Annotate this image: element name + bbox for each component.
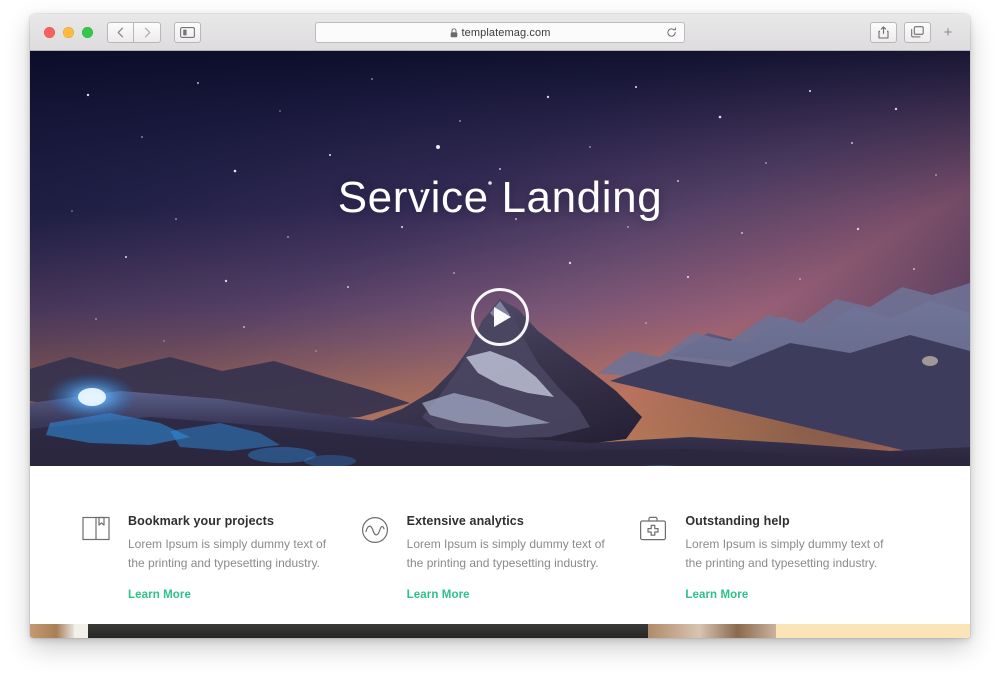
address-bar-content: templatemag.com (450, 27, 551, 39)
feature-description: Lorem Ipsum is simply dummy text of the … (685, 537, 884, 571)
play-video-button[interactable] (471, 288, 529, 346)
lock-icon (450, 27, 457, 37)
learn-more-link[interactable]: Learn More (407, 589, 470, 601)
peek-segment (776, 624, 970, 638)
toolbar-right-group: + (870, 21, 960, 43)
address-bar-url: templatemag.com (461, 26, 551, 39)
feature-card-analytics: Extensive analytics Lorem Ipsum is simpl… (361, 514, 640, 638)
feature-description: Lorem Ipsum is simply dummy text of the … (406, 537, 605, 571)
window-controls (44, 26, 93, 38)
share-button[interactable] (870, 21, 897, 43)
learn-more-link[interactable]: Learn More (685, 589, 748, 601)
peek-segment (30, 624, 74, 638)
feature-text-block: Bookmark your projects Lorem Ipsum is si… (128, 514, 335, 638)
features-section: Bookmark your projects Lorem Ipsum is si… (30, 466, 970, 638)
minimize-window-button[interactable] (63, 26, 74, 38)
reload-button[interactable] (665, 27, 677, 39)
browser-toolbar: templatemag.com + (30, 14, 970, 51)
reload-icon (666, 27, 676, 37)
feature-title: Extensive analytics (406, 514, 524, 528)
peek-segment (88, 624, 648, 638)
address-bar[interactable]: templatemag.com (315, 22, 685, 43)
show-tabs-icon (911, 26, 924, 38)
hero-background-image (30, 51, 970, 466)
feature-icon-wrapper (82, 514, 112, 638)
show-tabs-button[interactable] (904, 21, 931, 43)
peek-segment (648, 624, 776, 638)
maximize-window-button[interactable] (82, 26, 93, 38)
feature-text-block: Outstanding help Lorem Ipsum is simply d… (685, 514, 892, 638)
screenshot-root: templatemag.com + Service Landing Bookma… (0, 0, 1000, 685)
play-triangle-icon (494, 307, 511, 327)
analytics-wave-icon (361, 517, 388, 543)
first-aid-kit-icon (640, 516, 667, 541)
close-window-button[interactable] (44, 26, 55, 38)
feature-title: Bookmark your projects (128, 514, 274, 528)
hero-title: Service Landing (337, 173, 663, 222)
feature-icon-wrapper (639, 514, 669, 638)
feature-text-block: Extensive analytics Lorem Ipsum is simpl… (407, 514, 614, 638)
browser-window: templatemag.com + Service Landing Bookma… (30, 14, 970, 638)
new-tab-button[interactable]: + (938, 21, 958, 43)
forward-button[interactable] (134, 21, 161, 43)
chevron-left-icon (117, 27, 124, 37)
next-section-peek (30, 624, 970, 638)
toggle-sidebar-button[interactable] (174, 21, 201, 43)
feature-card-bookmark: Bookmark your projects Lorem Ipsum is si… (82, 514, 361, 638)
book-bookmark-icon (82, 516, 110, 541)
feature-icon-wrapper (361, 514, 391, 638)
back-button[interactable] (107, 21, 134, 43)
share-icon (878, 25, 889, 39)
feature-description: Lorem Ipsum is simply dummy text of the … (128, 537, 327, 571)
sidebar-icon (180, 26, 195, 38)
peek-segment (74, 624, 88, 638)
feature-title: Outstanding help (685, 514, 790, 528)
learn-more-link[interactable]: Learn More (128, 589, 191, 601)
chevron-right-icon (144, 27, 150, 37)
hero-section: Service Landing (30, 51, 970, 466)
navigation-buttons (107, 21, 161, 43)
feature-card-help: Outstanding help Lorem Ipsum is simply d… (639, 514, 918, 638)
